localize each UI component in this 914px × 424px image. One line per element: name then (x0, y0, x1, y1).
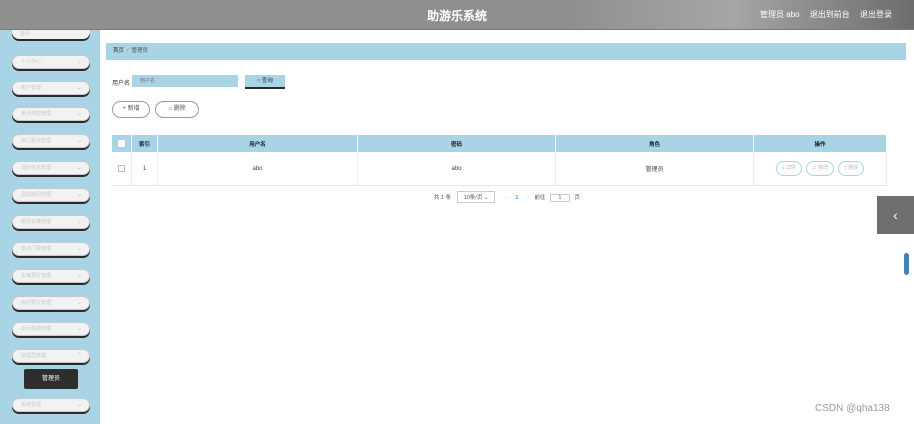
sidebar-item-room-bookings[interactable]: 房间预订管理 ⌄ (12, 296, 90, 310)
sidebar-item-hotel-rooms[interactable]: 酒店房间管理 ⌄ (12, 188, 90, 202)
sidebar-item-profile[interactable]: 个人中心 ⌄ (12, 55, 90, 69)
page-size-select[interactable]: 10条/页 ⌄ (456, 191, 496, 203)
chevron-down-icon: ⌄ (76, 192, 82, 198)
sidebar: 首页 个人中心 ⌄ 用户管理 ⌄ 景点类型管理 ⌄ 热门景点管理 ⌄ 酒店信息管理 ⌄ 酒… (0, 30, 100, 424)
current-page[interactable]: 1 (515, 195, 518, 201)
watermark: CSDN @qha138 (815, 403, 890, 414)
chevron-down-icon: ⌄ (483, 195, 489, 201)
edit-button[interactable]: ∠ 修改 (805, 161, 835, 176)
search-button[interactable]: ○ 查询 (245, 75, 285, 87)
sidebar-item-tickets[interactable]: 景点门票管理 ⌄ (12, 242, 90, 256)
prev-page-icon[interactable]: ‹ (505, 195, 507, 201)
sidebar-item-car-bookings[interactable]: 车辆预订管理 ⌄ (12, 269, 90, 283)
sidebar-item-system[interactable]: 系统管理 ⌄ (12, 398, 90, 412)
cell-username: abo (158, 152, 358, 185)
sidebar-item-home[interactable]: 首页 (12, 30, 90, 39)
admin-label: 管理员 abo (759, 10, 800, 19)
chevron-down-icon: ⌄ (76, 219, 82, 225)
scroll-handle[interactable] (904, 253, 909, 275)
header-links: 管理员 abo 退出到前台 退出登录 (752, 9, 892, 20)
chevron-down-icon: ⌄ (76, 165, 82, 171)
main-content: 首页/管理员 用户名 ○ 查询 + 新增 ⌂ 删除 索引 用户名 密码 角色 操… (100, 30, 914, 424)
header-password: 密码 (358, 135, 556, 152)
goto-suffix: 页 (574, 195, 580, 201)
chevron-down-icon: ⌄ (76, 402, 82, 408)
username-search-input[interactable] (132, 75, 238, 87)
chevron-down-icon: ⌄ (76, 246, 82, 252)
sidebar-item-routes[interactable]: 出行路线管理 ⌄ (12, 322, 90, 336)
pagination-total: 共 1 条 (434, 195, 452, 201)
chevron-down-icon: ⌄ (76, 300, 82, 306)
bulk-delete-button[interactable]: ⌂ 删除 (155, 101, 199, 118)
pagination: 共 1 条 10条/页 ⌄ ‹ 1 › 前往 1 页 (100, 191, 914, 203)
add-button[interactable]: + 新增 (112, 101, 150, 118)
goto-page-input[interactable]: 1 (549, 194, 570, 202)
chevron-down-icon: ⌄ (76, 111, 82, 117)
breadcrumb-current: 管理员 (131, 48, 149, 54)
chevron-left-icon[interactable]: ‹ (877, 196, 914, 234)
next-page-icon[interactable]: › (527, 195, 529, 201)
breadcrumb-separator: / (127, 48, 129, 54)
header-role: 角色 (556, 135, 754, 152)
row-checkbox[interactable] (118, 165, 125, 172)
sidebar-item-users[interactable]: 用户管理 ⌄ (12, 81, 90, 95)
cell-role: 管理员 (556, 152, 754, 185)
cell-password: abo (358, 152, 556, 185)
breadcrumb-home[interactable]: 首页 (113, 48, 124, 54)
cell-index: 1 (132, 152, 158, 185)
logout-link[interactable]: 退出登录 (860, 10, 892, 19)
sidebar-subitem-admin[interactable]: 管理员 (24, 369, 78, 389)
cell-actions: ▯ 详情 ∠ 修改 ▯ 删除 (754, 152, 887, 185)
select-all-checkbox[interactable] (118, 140, 125, 147)
detail-button[interactable]: ▯ 详情 (775, 161, 802, 176)
chevron-down-icon: ⌄ (76, 59, 82, 65)
chevron-down-icon: ⌄ (76, 138, 82, 144)
sidebar-item-spot-types[interactable]: 景点类型管理 ⌄ (12, 107, 90, 121)
chevron-down-icon: ⌄ (76, 85, 82, 91)
sidebar-item-rental-cars[interactable]: 租赁车辆管理 ⌄ (12, 215, 90, 229)
select-all-cell (112, 135, 132, 152)
sidebar-item-hotels[interactable]: 酒店信息管理 ⌄ (12, 161, 90, 175)
table-header: 索引 用户名 密码 角色 操作 (112, 135, 887, 152)
back-to-front-link[interactable]: 退出到前台 (810, 10, 850, 19)
top-header: 助游乐系统 管理员 abo 退出到前台 退出登录 (0, 0, 914, 30)
header-username: 用户名 (158, 135, 358, 152)
search-label: 用户名 (112, 81, 131, 87)
chevron-up-icon: ⌃ (76, 353, 82, 359)
goto-prefix: 前往 (534, 195, 546, 201)
delete-button[interactable]: ▯ 删除 (838, 161, 865, 176)
header-actions: 操作 (754, 135, 887, 152)
table-row: 1 abo abo 管理员 ▯ 详情 ∠ 修改 ▯ 删除 (112, 152, 887, 186)
chevron-down-icon: ⌄ (76, 326, 82, 332)
chevron-down-icon: ⌄ (76, 273, 82, 279)
header-index: 索引 (132, 135, 158, 152)
sidebar-item-hot-spots[interactable]: 热门景点管理 ⌄ (12, 134, 90, 148)
sidebar-item-admins[interactable]: 管理员管理 ⌃ (12, 349, 90, 363)
breadcrumb: 首页 / 管理员 (106, 43, 906, 60)
row-select-cell (112, 152, 132, 185)
